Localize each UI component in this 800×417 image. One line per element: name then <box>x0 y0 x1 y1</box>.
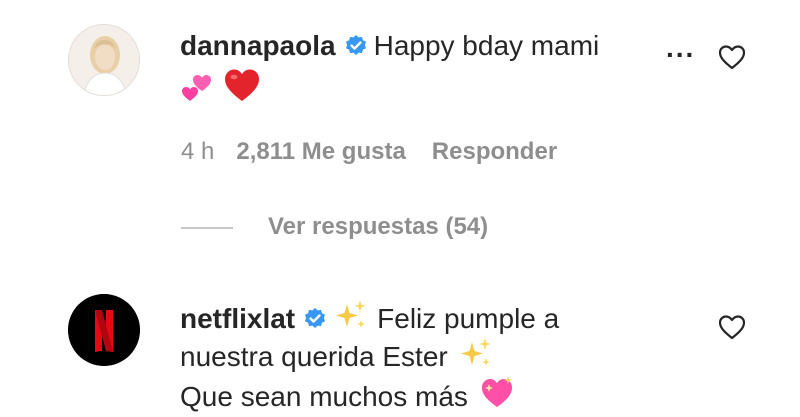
sparkles-icon <box>460 338 491 366</box>
netflix-logo-icon <box>68 294 140 366</box>
username-link[interactable]: netflixlat <box>180 303 295 334</box>
comment-2-line-1: netflixlat Feliz pumple a <box>180 298 559 336</box>
like-heart-icon[interactable] <box>718 314 746 340</box>
reply-button[interactable]: Responder <box>432 138 557 165</box>
likes-count[interactable]: 2,811 Me gusta <box>236 138 405 165</box>
comment-text: Happy bday mami <box>373 30 600 61</box>
comment-text: nuestra querida Ester <box>180 341 448 372</box>
comment-2-line-3: Que sean muchos más <box>180 374 559 412</box>
replies-divider <box>181 227 233 229</box>
verified-badge-icon <box>305 308 326 328</box>
username-link[interactable]: dannapaola <box>180 30 336 61</box>
comment-text: Feliz pumple a <box>377 303 560 334</box>
red-heart-icon <box>225 69 260 101</box>
like-heart-icon[interactable] <box>718 44 746 70</box>
sparkling-heart-icon <box>481 376 512 407</box>
comment-time[interactable]: 4 h <box>181 138 214 165</box>
avatar-dannapaola[interactable] <box>68 24 140 96</box>
truncation-fade <box>600 24 660 68</box>
two-hearts-icon <box>182 75 211 101</box>
comment-text: Que sean muchos más <box>180 381 468 412</box>
view-replies-button[interactable]: Ver respuestas (54) <box>268 211 488 243</box>
comment-emoji-row <box>180 66 262 106</box>
comment-1-first-line: dannapaola Happy bday mami <box>180 26 599 66</box>
comment-2-body: netflixlat Feliz pumple a nuestra querid… <box>180 298 559 412</box>
profile-photo-icon <box>69 25 139 95</box>
comment-2-line-2: nuestra querida Ester <box>180 336 559 374</box>
more-options-button[interactable]: ... <box>666 34 695 62</box>
sparkles-icon <box>336 300 367 328</box>
verified-badge-icon <box>345 35 366 55</box>
avatar-netflixlat[interactable] <box>68 294 140 366</box>
comment-1-meta: 4 h 2,811 Me gusta Responder <box>181 136 557 168</box>
